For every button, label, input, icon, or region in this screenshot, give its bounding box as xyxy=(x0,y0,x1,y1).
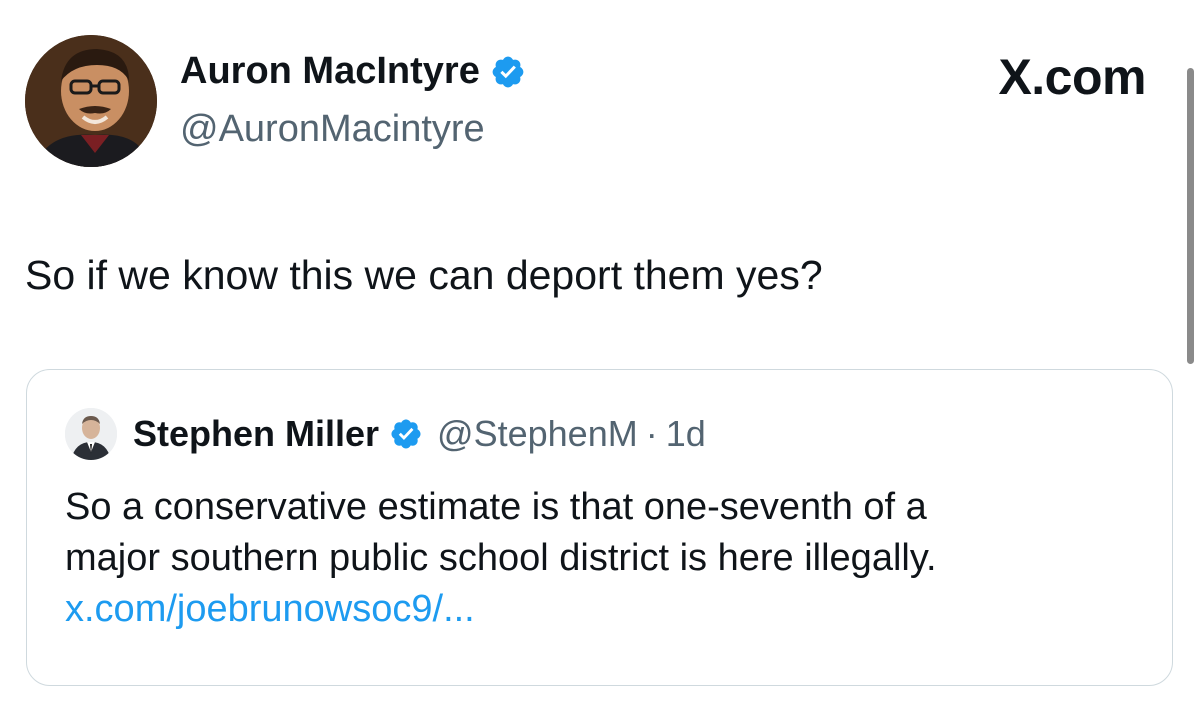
author-avatar[interactable] xyxy=(25,35,157,167)
author-name-row[interactable]: Auron MacIntyre xyxy=(180,50,526,93)
author-handle[interactable]: @AuronMacintyre xyxy=(180,108,485,151)
quoted-tweet-timestamp[interactable]: 1d xyxy=(666,413,706,455)
quoted-tweet-link[interactable]: x.com/joebrunowsoc9/... xyxy=(65,584,1145,635)
scrollbar[interactable] xyxy=(1187,68,1194,364)
quoted-author-display-name[interactable]: Stephen Miller xyxy=(133,413,379,455)
tweet-text: So if we know this we can deport them ye… xyxy=(25,252,823,298)
quoted-tweet-body: So a conservative estimate is that one-s… xyxy=(65,482,1145,635)
quoted-tweet-text-line: So a conservative estimate is that one-s… xyxy=(65,486,927,528)
quoted-author-avatar[interactable] xyxy=(65,408,117,460)
tweet-screenshot: Auron MacIntyre @AuronMacintyre X.com So… xyxy=(0,0,1200,705)
quoted-tweet-card[interactable]: Stephen Miller @StephenM · 1d So a conse… xyxy=(26,369,1173,686)
verified-badge-icon xyxy=(391,419,421,449)
quoted-author-handle[interactable]: @StephenM xyxy=(437,413,638,455)
separator-dot: · xyxy=(645,413,658,454)
verified-badge-icon xyxy=(492,56,524,87)
person-avatar-icon xyxy=(65,408,117,460)
author-display-name[interactable]: Auron MacIntyre xyxy=(180,50,480,93)
site-brand: X.com xyxy=(998,49,1146,105)
quoted-tweet-text-line: major southern public school district is… xyxy=(65,537,937,579)
quoted-tweet-header: Stephen Miller @StephenM · 1d xyxy=(65,408,706,460)
person-avatar-icon xyxy=(25,35,157,167)
